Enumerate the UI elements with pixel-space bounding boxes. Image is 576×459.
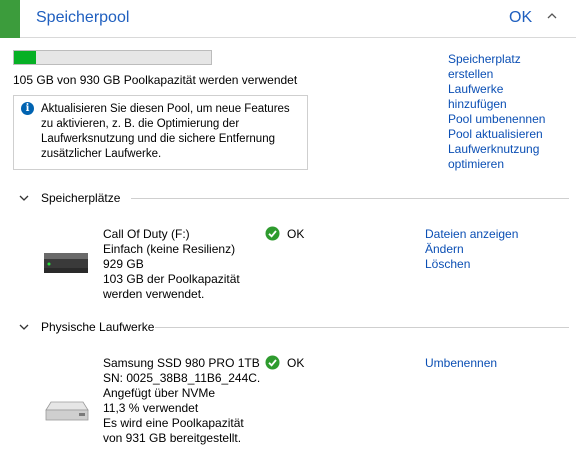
space-usage-line: 103 GB der Poolkapazität bbox=[103, 272, 240, 286]
update-info-box: i Aktualisieren Sie diesen Pool, um neue… bbox=[13, 95, 308, 170]
spaces-section-header[interactable]: Speicherplätze bbox=[19, 191, 569, 207]
physical-drive-icon bbox=[45, 401, 89, 421]
create-space-link-line2[interactable]: erstellen bbox=[448, 67, 568, 82]
create-space-link[interactable]: Speicherplatz erstellen bbox=[448, 52, 568, 82]
drive-capacity-line: von 931 GB bereitgestellt. bbox=[103, 431, 242, 445]
add-drives-link[interactable]: Laufwerke hinzufügen bbox=[448, 82, 568, 112]
info-icon: i bbox=[21, 102, 34, 115]
section-divider bbox=[155, 327, 569, 328]
section-divider bbox=[131, 198, 569, 199]
status-accent-bar bbox=[0, 0, 20, 38]
change-space-link[interactable]: Ändern bbox=[425, 242, 518, 257]
pool-actions: Speicherplatz erstellen Laufwerke hinzuf… bbox=[448, 52, 568, 172]
space-name: Call Of Duty (F:) bbox=[103, 227, 190, 241]
pool-title: Speicherpool bbox=[36, 9, 130, 26]
chevron-down-icon[interactable] bbox=[19, 193, 29, 203]
drive-capacity-line: Es wird eine Poolkapazität bbox=[103, 416, 244, 430]
info-line: zu aktivieren, z. B. die Optimierung der bbox=[41, 118, 240, 130]
pool-usage-text: 105 GB von 930 GB Poolkapazität werden v… bbox=[13, 73, 298, 87]
storage-space-drive-icon bbox=[44, 253, 88, 273]
pool-header[interactable]: Speicherpool OK bbox=[0, 0, 576, 38]
optimize-drives-link[interactable]: Laufwerknutzung optimieren bbox=[448, 142, 568, 172]
drive-bus: Angefügt über NVMe bbox=[103, 386, 216, 400]
drives-section-header[interactable]: Physische Laufwerke bbox=[19, 320, 569, 336]
add-drives-link-line2[interactable]: hinzufügen bbox=[448, 97, 568, 112]
info-line: zusätzlicher Laufwerke. bbox=[41, 148, 162, 160]
delete-space-link[interactable]: Löschen bbox=[425, 257, 518, 272]
create-space-link-line1[interactable]: Speicherplatz bbox=[448, 52, 568, 67]
drive-used: 11,3 % verwendet bbox=[103, 401, 199, 415]
space-resiliency: Einfach (keine Resilienz) bbox=[103, 242, 236, 256]
drive-status-label: OK bbox=[287, 356, 305, 370]
drive-name: Samsung SSD 980 PRO 1TB bbox=[103, 356, 260, 370]
rename-drive-link[interactable]: Umbenennen bbox=[425, 356, 497, 371]
space-actions: Dateien anzeigen Ändern Löschen bbox=[425, 227, 518, 272]
drive-actions: Umbenennen bbox=[425, 356, 497, 371]
space-size: 929 GB bbox=[103, 257, 144, 271]
spaces-section-label: Speicherplätze bbox=[41, 191, 121, 205]
physical-drive-details: Samsung SSD 980 PRO 1TB SN: 0025_38B8_11… bbox=[103, 356, 260, 446]
space-usage-line: werden verwendet. bbox=[103, 287, 205, 301]
ok-check-icon bbox=[265, 226, 280, 241]
storage-space-details: Call Of Duty (F:) Einfach (keine Resilie… bbox=[103, 227, 240, 302]
info-line: Laufwerksnutzung und die sichere Entfern… bbox=[41, 133, 275, 145]
chevron-down-icon[interactable] bbox=[19, 322, 29, 332]
view-files-link[interactable]: Dateien anzeigen bbox=[425, 227, 518, 242]
info-line: Aktualisieren Sie diesen Pool, um neue F… bbox=[41, 103, 290, 115]
pool-usage-fill bbox=[14, 51, 37, 64]
space-status-label: OK bbox=[287, 227, 305, 241]
pool-usage-bar bbox=[13, 50, 212, 65]
drive-serial: SN: 0025_38B8_11B6_244C. bbox=[103, 371, 261, 385]
drives-section-label: Physische Laufwerke bbox=[41, 320, 155, 334]
rename-pool-link[interactable]: Pool umbenennen bbox=[448, 112, 568, 127]
add-drives-link-line1[interactable]: Laufwerke bbox=[448, 82, 568, 97]
optimize-link-line2[interactable]: optimieren bbox=[448, 157, 568, 172]
optimize-link-line1[interactable]: Laufwerknutzung bbox=[448, 142, 568, 157]
pool-status: OK bbox=[509, 9, 533, 26]
ok-check-icon bbox=[265, 355, 280, 370]
chevron-up-icon[interactable] bbox=[545, 9, 559, 23]
update-pool-link[interactable]: Pool aktualisieren bbox=[448, 127, 568, 142]
